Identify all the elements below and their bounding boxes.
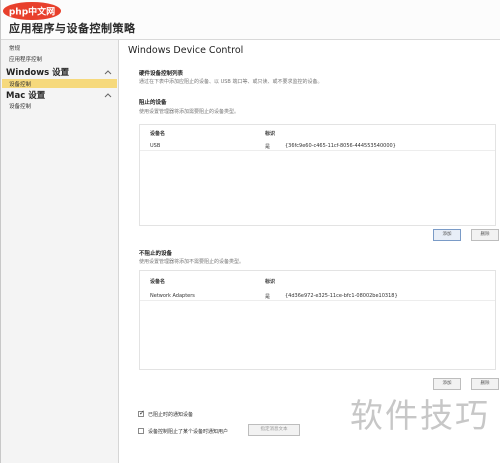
app-window: 应用程序与设备控制策略 常规 应用程序控制 Windows 设置 设备控制 Ma… (0, 0, 500, 463)
device-flag-cell: 是 (265, 294, 271, 300)
sidebar-item-windows-device-control[interactable]: 设备控制 (9, 80, 31, 88)
blocked-delete-button[interactable]: 删除 (471, 229, 499, 241)
column-header-identifier: 标识 (265, 131, 276, 137)
sidebar-item-app-control[interactable]: 应用程序控制 (9, 55, 42, 63)
sidebar-group-windows[interactable]: Windows 设置 (6, 66, 69, 78)
blocked-section-desc: 使用设置管理器将添加需要阻止的设备类型。 (139, 109, 240, 115)
blocked-add-button[interactable]: 添加 (433, 229, 461, 241)
logo-text: php中文网 (9, 6, 55, 18)
blocked-section-title: 阻止的设备 (139, 100, 167, 106)
sidebar: 常规 应用程序控制 Windows 设置 设备控制 Mac 设置 设备控制 (1, 40, 119, 463)
column-header-identifier: 标识 (265, 279, 276, 285)
sidebar-group-mac[interactable]: Mac 设置 (6, 89, 45, 101)
notify-option[interactable]: 已阻止时的通知设备 (138, 409, 193, 419)
unblocked-section-title: 不阻止的设备 (139, 251, 173, 257)
blocked-devices-table: 设备名 标识 USB 是 {36fc9e60-c465-11cf-8056-44… (139, 124, 496, 226)
window-title: 应用程序与设备控制策略 (9, 22, 136, 35)
device-id-cell: {36fc9e60-c465-11cf-8056-444553540000} (285, 143, 396, 149)
table-row[interactable]: USB 是 {36fc9e60-c465-11cf-8056-444553540… (140, 141, 495, 151)
corner-watermark: 软件技巧 (350, 396, 490, 435)
column-header-device-name: 设备名 (150, 131, 166, 137)
notify-checkbox-label: 已阻止时的通知设备 (148, 411, 194, 418)
monitor-section-title: 硬件设备控制列表 (139, 71, 184, 77)
device-name-cell: USB (150, 143, 161, 149)
chevron-up-icon[interactable] (104, 91, 112, 99)
monitor-section-desc: 通过在下表中添加应阻止的设备、以 USB 端口等、或只读、或不要求监控的设备。 (139, 79, 323, 85)
chevron-up-icon[interactable] (104, 68, 112, 76)
custom-message-option[interactable]: 设备控制阻止了某个设备时通知用户 (138, 426, 228, 436)
title-bar: 应用程序与设备控制策略 (1, 0, 500, 40)
table-row[interactable]: Network Adapters 是 {4d36e972-e325-11ce-b… (140, 291, 495, 301)
php-logo-watermark: php中文网 (3, 2, 61, 20)
device-name-cell: Network Adapters (150, 293, 195, 299)
custom-message-checkbox-label: 设备控制阻止了某个设备时通知用户 (148, 428, 229, 435)
device-flag-cell: 是 (265, 144, 271, 150)
unblocked-section-desc: 使用设置管理器将添加不需要阻止的设备类型。 (139, 259, 245, 265)
sidebar-item-mac-device-control[interactable]: 设备控制 (9, 102, 31, 110)
specify-message-button[interactable]: 指定消息文本 (248, 424, 300, 436)
unblocked-devices-table: 设备名 标识 Network Adapters 是 {4d36e972-e325… (139, 270, 496, 370)
column-header-device-name: 设备名 (150, 279, 166, 285)
notify-checkbox[interactable] (138, 409, 145, 417)
device-id-cell: {4d36e972-e325-11ce-bfc1-08002be10318} (285, 293, 398, 299)
page-title: Windows Device Control (128, 45, 244, 56)
sidebar-item-general[interactable]: 常规 (9, 44, 20, 52)
custom-message-checkbox[interactable] (138, 428, 144, 434)
